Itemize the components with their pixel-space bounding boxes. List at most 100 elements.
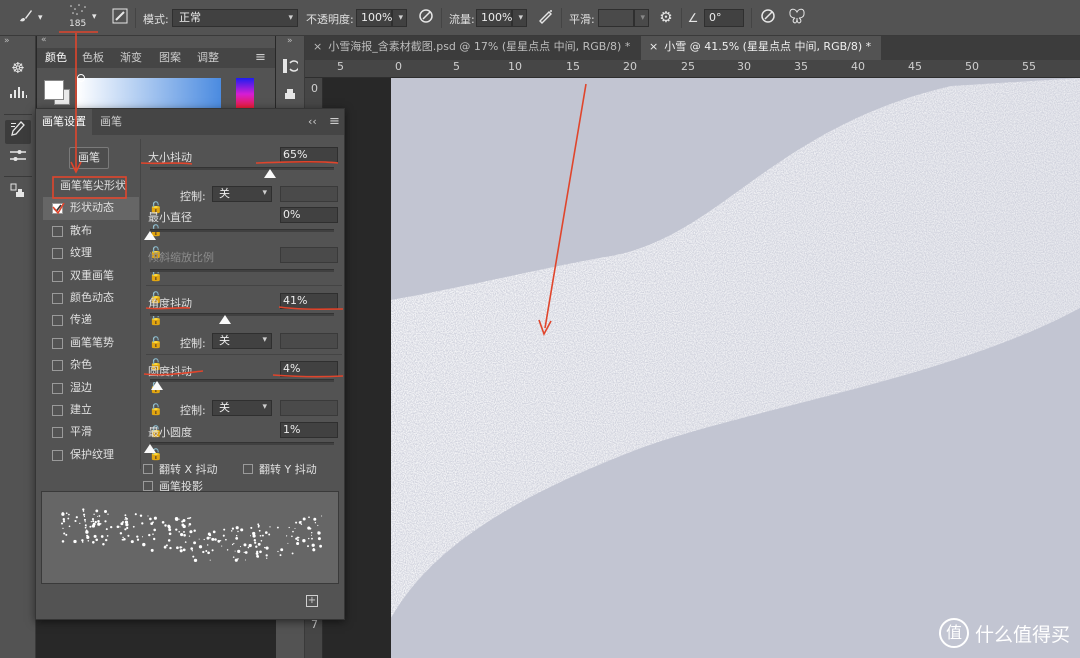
checkbox[interactable] [143, 464, 153, 474]
option-scattering[interactable]: 散布🔓 [43, 220, 163, 242]
checkbox[interactable] [52, 427, 63, 439]
panel-collapse-arrows[interactable]: « [41, 35, 47, 45]
history-icon[interactable] [282, 58, 300, 77]
color-picker-handle[interactable] [77, 74, 85, 82]
foreground-color-swatch[interactable] [44, 80, 64, 100]
option-brush-tip-shape[interactable]: 画笔笔尖形状 [43, 175, 139, 197]
brush-tool-icon[interactable] [14, 8, 36, 28]
checkbox[interactable] [52, 315, 63, 327]
flip-x-jitter[interactable]: 翻转 X 抖动 [143, 461, 218, 477]
pressure-opacity-icon[interactable] [416, 8, 436, 28]
document-tab-xiaoxue[interactable]: × 小雪 @ 41.5% (星星点点 中间, RGB/8) * [641, 36, 881, 60]
tab-brush-settings[interactable]: 画笔设置 [36, 109, 92, 135]
close-icon[interactable]: × [649, 40, 658, 53]
airbrush-icon[interactable] [536, 8, 556, 28]
clone-source-icon[interactable] [5, 182, 31, 206]
angle-jitter-input[interactable]: 41% [280, 293, 338, 309]
min-diameter-slider-thumb[interactable] [144, 231, 156, 240]
mode-select[interactable]: 正常 ▾ [172, 9, 298, 27]
tab-adjustments[interactable]: 调整 [197, 48, 219, 68]
create-new-brush-icon[interactable]: + [306, 595, 318, 607]
option-noise[interactable]: 杂色 🔓 [43, 354, 163, 376]
tab-brushes[interactable]: 画笔 [100, 109, 122, 135]
panel-collapse-arrows[interactable]: » [287, 36, 293, 46]
symmetry-butterfly-icon[interactable] [786, 8, 808, 28]
pressure-size-icon[interactable] [758, 8, 778, 28]
document-canvas[interactable] [391, 78, 1080, 658]
min-diameter-input[interactable]: 0% [280, 207, 338, 223]
tab-swatches[interactable]: 色板 [82, 48, 104, 68]
brush-preset-picker[interactable]: 185 ▾ [62, 2, 100, 34]
roundness-control-select[interactable]: 关 ▾ [212, 400, 272, 416]
flip-y-jitter[interactable]: 翻转 Y 抖动 [243, 461, 317, 477]
option-shape-dynamics[interactable]: 形状动态 🔓 [43, 197, 163, 220]
smoothing-input[interactable] [598, 9, 634, 27]
lock-icon[interactable]: 🔓 [149, 332, 163, 354]
size-control-select[interactable]: 关 ▾ [212, 186, 272, 202]
checkbox[interactable] [243, 464, 253, 474]
angle-jitter-slider-thumb[interactable] [219, 315, 232, 324]
lock-icon[interactable]: 🔓 [149, 399, 163, 421]
option-wet-edges[interactable]: 湿边 🔓 [43, 377, 163, 399]
min-diameter-slider[interactable] [150, 229, 334, 232]
chevron-down-icon[interactable]: ▾ [38, 9, 43, 27]
checkbox[interactable] [52, 404, 63, 416]
option-transfer[interactable]: 传递 🔓 [43, 309, 163, 331]
angle-control-select[interactable]: 关 ▾ [212, 333, 272, 349]
checkbox[interactable] [52, 225, 63, 237]
checkbox[interactable] [143, 481, 153, 491]
color-field[interactable] [77, 78, 221, 110]
option-texture[interactable]: 纹理 🔓 [43, 242, 163, 264]
option-dual-brush[interactable]: 双重画笔 🔓 [43, 265, 163, 287]
option-brush-pose[interactable]: 画笔笔势 🔓 [43, 332, 163, 354]
panel-menu-icon[interactable]: ≡ [255, 48, 266, 68]
checkbox[interactable] [52, 449, 63, 461]
roundness-jitter-slider[interactable] [150, 379, 334, 382]
angle-jitter-slider[interactable] [150, 313, 334, 316]
roundness-jitter-input[interactable]: 4% [280, 361, 338, 377]
option-build-up[interactable]: 建立 🔓 [43, 399, 163, 421]
layer-tool-icon[interactable] [283, 86, 297, 103]
opacity-input[interactable]: 100% [356, 9, 392, 27]
option-smoothing[interactable]: 平滑 🔓 [43, 421, 163, 443]
option-protect-texture[interactable]: 保护纹理 🔓 [43, 444, 163, 466]
ship-wheel-icon[interactable]: ☸ [5, 56, 31, 80]
tab-gradients[interactable]: 渐变 [120, 48, 142, 68]
histogram-icon[interactable] [5, 82, 31, 106]
hue-slider[interactable] [236, 78, 254, 110]
angle-input[interactable]: 0° [704, 9, 744, 27]
size-jitter-slider[interactable] [150, 167, 334, 170]
flow-dropdown[interactable]: ▾ [512, 9, 527, 27]
brush-settings-panel-icon[interactable] [5, 120, 31, 144]
size-jitter-slider-thumb[interactable] [263, 169, 276, 178]
checkbox[interactable] [52, 382, 63, 394]
min-roundness-slider-thumb[interactable] [144, 444, 156, 453]
checkbox[interactable] [52, 248, 63, 260]
checkbox[interactable] [52, 270, 63, 282]
checkbox-checked[interactable] [52, 203, 63, 215]
gear-icon[interactable]: ⚙ [656, 8, 676, 26]
min-roundness-slider[interactable] [150, 442, 334, 445]
smoothing-dropdown[interactable]: ▾ [634, 9, 649, 27]
checkbox[interactable] [52, 292, 63, 304]
opacity-dropdown[interactable]: ▾ [392, 9, 407, 27]
checkbox[interactable] [52, 337, 63, 349]
brush-settings-toggle-icon[interactable] [110, 8, 130, 28]
tab-patterns[interactable]: 图案 [159, 48, 181, 68]
preview-dot [174, 517, 179, 521]
panel-collapse-arrows[interactable]: ‹‹ [308, 109, 317, 135]
checkbox[interactable] [52, 360, 63, 372]
min-roundness-input[interactable]: 1% [280, 422, 338, 438]
roundness-jitter-slider-thumb[interactable] [151, 381, 164, 390]
size-jitter-input[interactable]: 65% [280, 147, 338, 163]
close-icon[interactable]: × [313, 40, 322, 53]
brush-presets-icon[interactable] [5, 146, 31, 170]
flow-input[interactable]: 100% [476, 9, 512, 27]
brushes-button[interactable]: 画笔 [69, 147, 109, 169]
panel-collapse-arrows[interactable]: » [4, 36, 10, 46]
option-color-dynamics[interactable]: 颜色动态 🔓 [43, 287, 163, 309]
lock-icon[interactable]: 🔓 [149, 265, 163, 287]
tab-color[interactable]: 颜色 [45, 48, 67, 68]
panel-menu-icon[interactable]: ≡ [329, 109, 340, 135]
document-tab-poster[interactable]: × 小雪海报_含素材截图.psd @ 17% (星星点点 中间, RGB/8) * [313, 36, 641, 60]
